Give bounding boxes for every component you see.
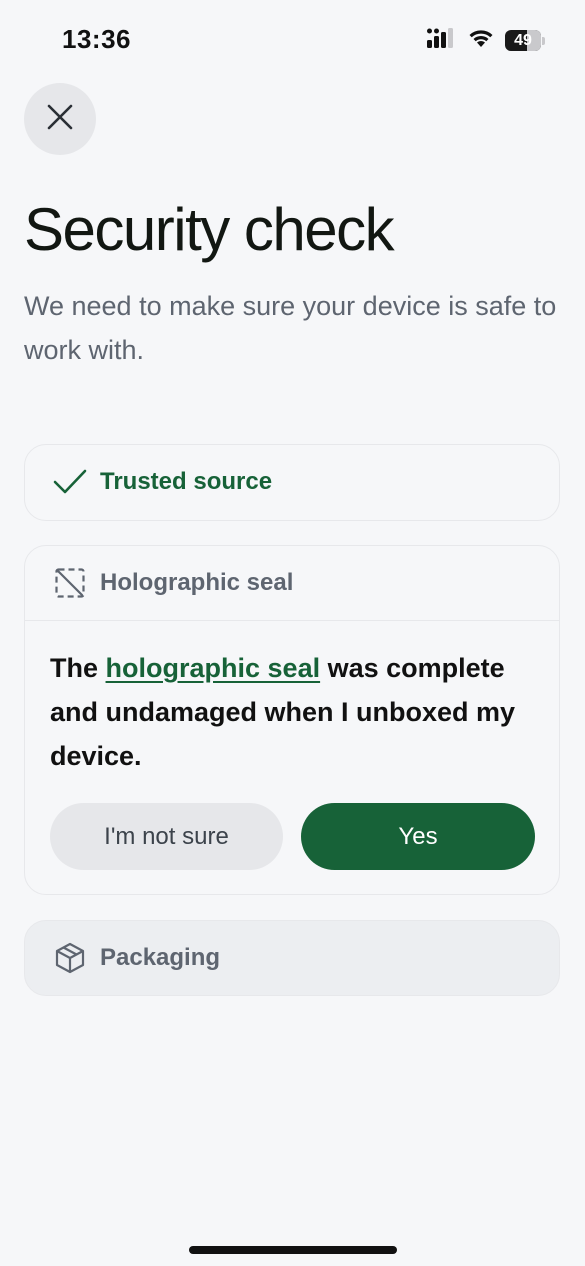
not-sure-button[interactable]: I'm not sure	[50, 803, 283, 870]
yes-button[interactable]: Yes	[301, 803, 535, 870]
holographic-seal-card: Holographic seal The holographic seal wa…	[24, 545, 560, 895]
box-icon	[52, 940, 88, 976]
packaging-label: Packaging	[100, 944, 221, 971]
packaging-card[interactable]: Packaging	[24, 920, 560, 996]
close-icon	[46, 103, 74, 136]
close-button[interactable]	[24, 83, 96, 155]
signal-icon	[427, 28, 457, 53]
holographic-seal-label: Holographic seal	[100, 569, 294, 596]
status-bar: 13:36 49	[0, 0, 585, 80]
page-subtitle: We need to make sure your device is safe…	[24, 291, 557, 365]
battery-percent: 49	[514, 31, 532, 49]
status-time: 13:36	[62, 24, 131, 54]
trusted-source-card[interactable]: Trusted source	[24, 444, 560, 521]
checkmark-icon	[52, 464, 88, 500]
status-icons: 49	[427, 28, 545, 53]
home-indicator	[189, 1246, 397, 1254]
trusted-source-label: Trusted source	[100, 468, 273, 495]
seal-question-prefix: The	[50, 653, 99, 683]
seal-question: The holographic seal was complete and un…	[50, 646, 550, 778]
battery-icon: 49	[505, 30, 545, 51]
holographic-seal-link[interactable]: holographic seal	[106, 653, 321, 683]
wifi-icon	[467, 28, 495, 53]
dashed-square-icon	[52, 565, 88, 601]
page-title: Security check	[24, 196, 395, 263]
